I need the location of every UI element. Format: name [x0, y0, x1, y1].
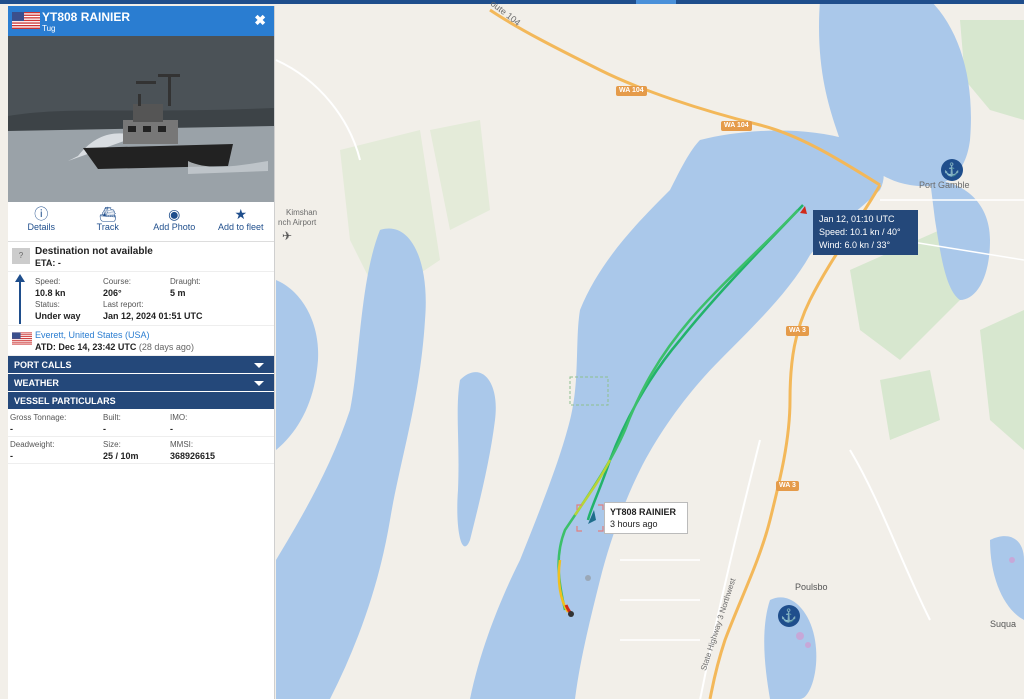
place-label-suqua: Suqua — [990, 619, 1017, 629]
add-photo-button[interactable]: ◉ Add Photo — [141, 202, 208, 241]
vessel-photo-image — [8, 36, 274, 202]
imo-value: - — [170, 424, 173, 434]
departure-port-link[interactable]: Everett, United States (USA) — [35, 330, 150, 340]
destination-text: Destination not available — [35, 246, 153, 257]
particulars-row-1: Gross Tonnage: - Built: - IMO: - — [8, 410, 274, 437]
star-icon: ★ — [234, 206, 248, 222]
vessel-actions: ⓘ Details ⛴ Track ◉ Add Photo ★ Add to f… — [8, 202, 274, 242]
atd-value: Dec 14, 23:42 UTC — [58, 342, 137, 352]
last-report-cell: Last report: Jan 12, 2024 01:51 UTC — [103, 300, 203, 321]
deadweight-cell: Deadweight: - — [10, 440, 54, 461]
info-icon: ⓘ — [34, 206, 49, 222]
chevron-down-icon — [254, 363, 264, 368]
port-anchor-icon[interactable]: ⚓ — [778, 605, 800, 627]
vessel-panel: YT808 RAINIER Tug ✖ ⓘ Details ⛴ Track ◉ … — [8, 6, 275, 699]
tooltip-vessel-name: YT808 RAINIER — [610, 507, 677, 517]
us-flag-icon — [12, 332, 32, 345]
camera-icon: ◉ — [168, 206, 181, 222]
vessel-name: YT808 RAINIER — [42, 10, 131, 24]
particulars-row-2: Deadweight: - Size: 25 / 10m MMSI: 36892… — [8, 437, 274, 464]
mmsi-value: 368926615 — [170, 451, 216, 461]
add-photo-label: Add Photo — [153, 222, 196, 232]
track-label: Track — [96, 222, 119, 232]
last-report-label: Last report: — [103, 300, 144, 309]
port-calls-section[interactable]: PORT CALLS — [8, 356, 274, 374]
weather-label: WEATHER — [14, 378, 59, 388]
top-bar — [0, 0, 1024, 4]
weather-section[interactable]: WEATHER — [8, 374, 274, 392]
last-report-value: Jan 12, 2024 01:51 UTC — [103, 311, 203, 321]
airport-icon: ✈ — [282, 229, 293, 243]
imo-cell: IMO: - — [170, 413, 187, 434]
speed-value: 10.8 kn — [35, 288, 66, 298]
tooltip-speed: Speed: 10.1 kn / 40° — [819, 227, 901, 237]
imo-label: IMO: — [170, 413, 188, 422]
road-shield-wa104: WA 104 — [721, 121, 752, 131]
tooltip-wind: Wind: 6.0 kn / 33° — [819, 240, 891, 250]
voyage-stats: Speed: 10.8 kn Course: 206° Draught: 5 m… — [8, 272, 274, 326]
airport-label-2: nch Airport — [278, 218, 317, 227]
atd-label: ATD: — [35, 342, 56, 352]
us-flag-icon — [12, 12, 40, 29]
tooltip-time: Jan 12, 01:10 UTC — [819, 214, 895, 224]
status-label: Status: — [35, 300, 60, 309]
top-bar-indicator — [636, 0, 676, 4]
tooltip-vessel-age: 3 hours ago — [610, 519, 658, 529]
gross-tonnage-cell: Gross Tonnage: - — [10, 413, 66, 434]
road-shield-wa3: WA 3 — [786, 326, 809, 336]
status-cell: Status: Under way — [35, 300, 81, 321]
close-icon[interactable]: ✖ — [254, 12, 266, 29]
destination-row: ? Destination not available ETA: - — [8, 242, 274, 272]
atd-ago: (28 days ago) — [138, 342, 194, 352]
road-shield-wa104: WA 104 — [616, 86, 647, 96]
eta-text: ETA: - — [35, 258, 61, 268]
size-value: 25 / 10m — [103, 451, 139, 461]
gross-tonnage-label: Gross Tonnage: — [10, 413, 67, 422]
road-shield-wa3: WA 3 — [776, 481, 799, 491]
vessel-type: Tug — [42, 24, 56, 33]
draught-label: Draught: — [170, 277, 201, 286]
size-cell: Size: 25 / 10m — [103, 440, 139, 461]
ship-icon: ⛴ — [98, 206, 117, 222]
speed-cell: Speed: 10.8 kn — [35, 277, 66, 298]
airport-label-1: Kimshan — [286, 208, 318, 217]
track-button[interactable]: ⛴ Track — [75, 202, 142, 241]
course-label: Course: — [103, 277, 132, 286]
vessel-photo[interactable] — [8, 36, 274, 202]
draught-value: 5 m — [170, 288, 186, 298]
atd-text: ATD: Dec 14, 23:42 UTC (28 days ago) — [35, 342, 194, 352]
speed-label: Speed: — [35, 277, 61, 286]
size-label: Size: — [103, 440, 121, 449]
vessel-particulars-section: VESSEL PARTICULARS — [8, 392, 274, 410]
vessel-particulars-label: VESSEL PARTICULARS — [14, 396, 116, 406]
course-value: 206° — [103, 288, 122, 298]
port-calls-label: PORT CALLS — [14, 360, 72, 370]
gross-tonnage-value: - — [10, 424, 13, 434]
departure-port-row: Everett, United States (USA) ATD: Dec 14… — [8, 326, 274, 356]
details-label: Details — [27, 222, 55, 232]
unknown-destination-icon: ? — [12, 248, 30, 264]
add-to-fleet-label: Add to fleet — [217, 222, 264, 232]
built-label: Built: — [103, 413, 121, 422]
draught-cell: Draught: 5 m — [170, 277, 201, 298]
heading-arrow-icon — [15, 274, 25, 324]
port-anchor-icon[interactable]: ⚓ — [941, 159, 963, 181]
vessel-label-tooltip[interactable]: YT808 RAINIER 3 hours ago — [604, 502, 688, 534]
track-position-tooltip: Jan 12, 01:10 UTC Speed: 10.1 kn / 40° W… — [813, 210, 918, 255]
mmsi-cell: MMSI: 368926615 — [170, 440, 215, 461]
vessel-header: YT808 RAINIER Tug ✖ — [8, 6, 274, 36]
add-to-fleet-button[interactable]: ★ Add to fleet — [208, 202, 275, 241]
deadweight-value: - — [10, 451, 13, 461]
place-label-port-gamble: Port Gamble — [919, 180, 970, 190]
chevron-down-icon — [254, 381, 264, 386]
status-value: Under way — [35, 311, 81, 321]
deadweight-label: Deadweight: — [10, 440, 55, 449]
place-label-poulsbo: Poulsbo — [795, 582, 828, 592]
mmsi-label: MMSI: — [170, 440, 194, 449]
course-cell: Course: 206° — [103, 277, 131, 298]
details-button[interactable]: ⓘ Details — [8, 202, 75, 241]
built-value: - — [103, 424, 106, 434]
built-cell: Built: - — [103, 413, 121, 434]
